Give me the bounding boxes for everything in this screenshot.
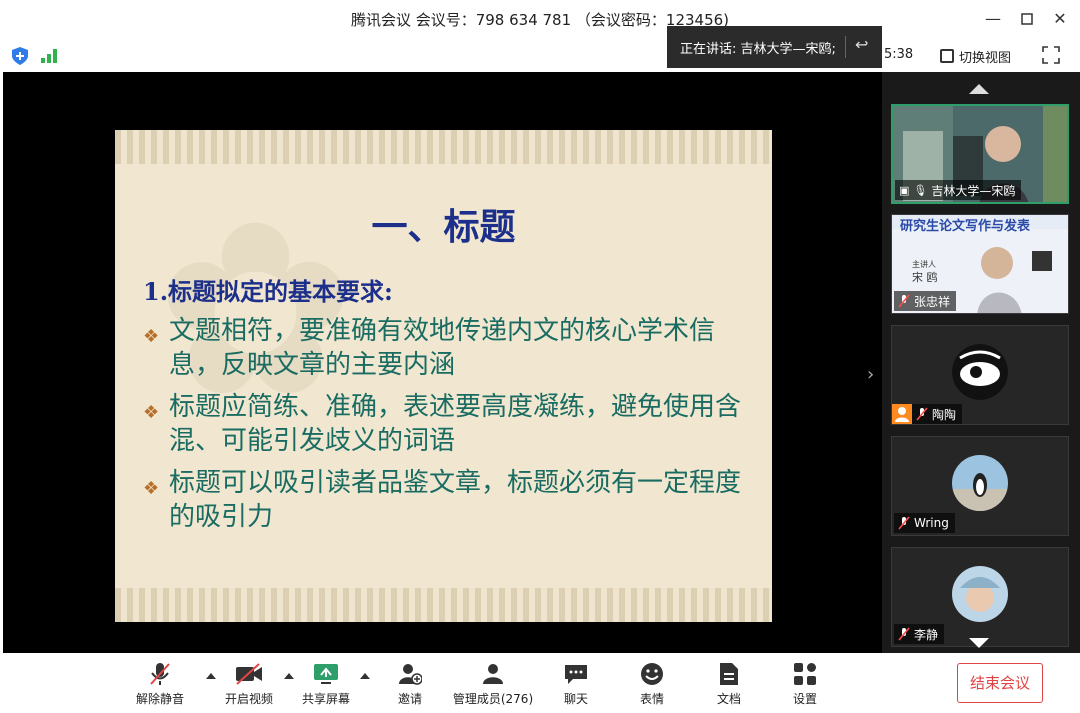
participant-name-tag: ▣ 🎙 吉林大学—宋鸥 (895, 180, 1022, 200)
participant-tile[interactable]: 主讲人 宋 鸥 研究生论文写作与发表 张忠祥 (891, 214, 1069, 314)
mic-options-caret[interactable] (206, 673, 216, 679)
host-person-icon (892, 404, 912, 424)
bullet-diamond-icon: ❖ (143, 478, 160, 499)
participant-panel: ▣ 🎙 吉林大学—宋鸥 主讲人 宋 鸥 研究生论文写作与发表 张忠祥 陶陶 Wr… (882, 72, 1080, 653)
participant-tile[interactable]: ▣ 🎙 吉林大学—宋鸥 (891, 104, 1069, 204)
unmute-button[interactable]: 解除静音 (132, 661, 188, 707)
documents-label: 文档 (716, 692, 741, 706)
signal-icon[interactable] (41, 49, 59, 63)
slide-border (115, 130, 772, 164)
chevron-right-icon[interactable]: › (867, 364, 874, 385)
slide-bullet: ❖ 标题可以吸引读者品鉴文章，标题必须有一定程度的吸引力 (141, 466, 741, 534)
grid-settings-icon (794, 663, 816, 685)
members-icon (483, 664, 503, 684)
participant-tile[interactable]: 李静 (891, 547, 1069, 647)
screen-share-icon: ▣ (899, 183, 910, 197)
manage-members-label: 管理成员(276) (452, 692, 534, 706)
slide-bullet: ❖ 标题应简练、准确，表述要高度凝练，避免使用含混、可能引发歧义的词语 (141, 390, 741, 458)
share-screen-label: 共享屏幕 (301, 692, 350, 706)
reactions-label: 表情 (639, 692, 664, 706)
participant-name-tag: 张忠祥 (894, 291, 957, 311)
video-off-icon (236, 663, 262, 685)
share-screen-icon (314, 664, 338, 684)
participant-name: Wring (914, 516, 949, 530)
slide-border (115, 588, 772, 622)
documents-button[interactable]: 文档 (709, 661, 749, 707)
slide-subtitle: 1.标题拟定的基本要求: (143, 277, 393, 306)
chat-icon (565, 665, 587, 684)
close-icon[interactable]: ✕ (1047, 6, 1073, 32)
reply-icon[interactable]: ↩ (855, 35, 868, 54)
video-overlay-title: 研究生论文写作与发表 (900, 219, 1031, 234)
bullet-text: 文题相符，要准确有效地传递内文的核心学术信息，反映文章的主要内涵 (169, 316, 716, 380)
manage-members-button[interactable]: 管理成员(276) (450, 661, 536, 707)
start-video-label: 开启视频 (224, 692, 273, 706)
shared-screen[interactable]: ✿ 一、标题 1.标题拟定的基本要求: ❖ 文题相符，要准确有效地传递内文的核心… (3, 72, 882, 653)
window-title: 腾讯会议 会议号：798 634 781 （会议密码：123456) (350, 11, 730, 29)
switch-view-button[interactable]: 切换视图 (940, 45, 1011, 67)
speaking-label: 正在讲话: 吉林大学—宋鸥; (680, 42, 836, 57)
document-icon (720, 663, 738, 685)
switch-view-label: 切换视图 (959, 50, 1012, 66)
scroll-down-icon[interactable] (969, 638, 989, 648)
meeting-window: 腾讯会议 会议号：798 634 781 （会议密码：123456) — ✕ 正… (0, 0, 1080, 713)
bullet-diamond-icon: ❖ (143, 326, 160, 347)
add-user-icon (399, 664, 422, 685)
minimize-icon[interactable]: — (980, 6, 1006, 32)
participant-name: 陶陶 (932, 407, 957, 422)
title-bar: 腾讯会议 会议号：798 634 781 （会议密码：123456) — ✕ (0, 0, 1080, 38)
info-bar (0, 40, 1080, 72)
share-options-caret[interactable] (360, 673, 370, 679)
participant-name-tag: 陶陶 (892, 404, 963, 424)
bottom-toolbar: 解除静音 开启视频 共享屏幕 邀请 管理成员(276) 聊天 表情 文档 设置 … (0, 653, 1080, 713)
bullet-text: 标题可以吸引读者品鉴文章，标题必须有一定程度的吸引力 (169, 468, 742, 532)
unmute-label: 解除静音 (135, 692, 184, 706)
participant-name: 张忠祥 (914, 294, 951, 309)
divider (845, 36, 846, 58)
mic-muted-icon (898, 516, 910, 530)
avatar (952, 455, 1008, 511)
reactions-button[interactable]: 表情 (632, 661, 672, 707)
microphone-icon: 🎙 (913, 183, 928, 197)
slide-title: 一、标题 (371, 206, 516, 248)
share-screen-button[interactable]: 共享屏幕 (298, 661, 354, 707)
settings-button[interactable]: 设置 (785, 661, 825, 707)
invite-button[interactable]: 邀请 (390, 661, 430, 707)
fullscreen-icon[interactable] (1042, 46, 1060, 64)
svg-text:宋 鸥: 宋 鸥 (912, 270, 938, 284)
bullet-text: 标题应简练、准确，表述要高度凝练，避免使用含混、可能引发歧义的词语 (169, 392, 742, 456)
bullet-diamond-icon: ❖ (143, 402, 160, 423)
participant-name-tag: 李静 (894, 624, 945, 644)
switch-view-icon (940, 49, 954, 63)
emoji-icon (641, 663, 663, 685)
avatar (952, 566, 1008, 622)
start-video-button[interactable]: 开启视频 (221, 661, 277, 707)
meeting-timer: 5:38 (884, 47, 914, 62)
chat-label: 聊天 (563, 692, 588, 706)
chat-button[interactable]: 聊天 (556, 661, 596, 707)
avatar (952, 344, 1008, 400)
mic-muted-icon (150, 663, 170, 685)
presentation-slide: ✿ 一、标题 1.标题拟定的基本要求: ❖ 文题相符，要准确有效地传递内文的核心… (115, 130, 772, 622)
participant-name: 吉林大学—宋鸥 (931, 183, 1016, 198)
svg-text:主讲人: 主讲人 (912, 259, 936, 269)
mic-muted-icon (898, 294, 910, 308)
invite-label: 邀请 (397, 692, 422, 706)
settings-label: 设置 (792, 692, 817, 706)
participant-tile[interactable]: 陶陶 (891, 325, 1069, 425)
participant-name-tag: Wring (894, 513, 955, 533)
slide-bullets: ❖ 文题相符，要准确有效地传递内文的核心学术信息，反映文章的主要内涵 ❖ 标题应… (141, 314, 741, 542)
maximize-icon[interactable] (1014, 6, 1040, 32)
participant-name: 李静 (914, 627, 939, 642)
shield-icon[interactable] (12, 47, 28, 65)
scroll-up-icon[interactable] (969, 84, 989, 94)
video-options-caret[interactable] (284, 673, 294, 679)
slide-bullet: ❖ 文题相符，要准确有效地传递内文的核心学术信息，反映文章的主要内涵 (141, 314, 741, 382)
speaking-indicator: 正在讲话: 吉林大学—宋鸥; ↩ (667, 26, 882, 68)
mic-muted-icon (898, 627, 910, 641)
participant-tile[interactable]: Wring (891, 436, 1069, 536)
mic-muted-icon (916, 407, 928, 421)
end-meeting-button[interactable]: 结束会议 (957, 663, 1043, 703)
